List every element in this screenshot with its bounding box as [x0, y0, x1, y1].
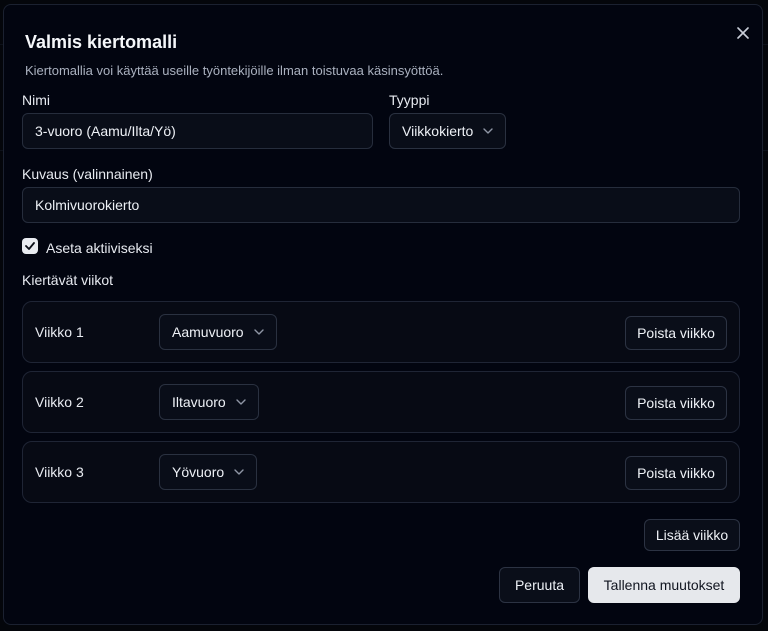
add-week-button[interactable]: Lisää viikko [644, 519, 740, 551]
check-icon [25, 242, 35, 250]
description-input[interactable] [22, 187, 740, 223]
remove-week-button[interactable]: Poista viikko [625, 386, 727, 420]
week-shift-select[interactable]: Aamuvuoro [159, 314, 277, 350]
close-button[interactable] [732, 22, 754, 44]
dialog-subtitle: Kiertomallia voi käyttää useille työntek… [25, 63, 444, 78]
type-label: Tyyppi [389, 92, 430, 108]
type-select-value: Viikkokierto [402, 123, 474, 139]
week-row-3: Viikko 3 Yövuoro Poista viikko [22, 441, 740, 503]
week-shift-select[interactable]: Iltavuoro [159, 384, 259, 420]
weeks-label: Kiertävät viikot [22, 272, 114, 288]
chevron-down-icon [236, 399, 246, 405]
chevron-down-icon [253, 329, 264, 335]
week-label: Viikko 3 [35, 464, 84, 480]
remove-week-button[interactable]: Poista viikko [625, 456, 727, 490]
chevron-down-icon [234, 469, 244, 475]
type-select[interactable]: Viikkokierto [389, 113, 507, 149]
week-label: Viikko 1 [35, 324, 84, 340]
save-button[interactable]: Tallenna muutokset [588, 567, 740, 603]
rotation-template-dialog: Valmis kiertomalli Kiertomallia voi käyt… [3, 4, 763, 625]
week-shift-value: Aamuvuoro [172, 324, 244, 340]
dialog-title: Valmis kiertomalli [25, 32, 178, 52]
active-checkbox[interactable] [22, 238, 38, 254]
week-row-2: Viikko 2 Iltavuoro Poista viikko [22, 371, 740, 433]
description-label: Kuvaus (valinnainen) [22, 166, 153, 182]
name-input[interactable] [22, 113, 373, 149]
active-label: Aseta aktiiviseksi [46, 240, 153, 256]
chevron-down-icon [483, 128, 494, 134]
week-row-1: Viikko 1 Aamuvuoro Poista viikko [22, 301, 740, 363]
name-label: Nimi [22, 92, 50, 108]
cancel-button[interactable]: Peruuta [499, 567, 580, 603]
remove-week-button[interactable]: Poista viikko [625, 316, 727, 350]
week-label: Viikko 2 [35, 394, 84, 410]
week-shift-value: Iltavuoro [172, 394, 226, 410]
close-icon [737, 27, 749, 39]
week-shift-value: Yövuoro [172, 464, 225, 480]
week-shift-select[interactable]: Yövuoro [159, 454, 258, 490]
